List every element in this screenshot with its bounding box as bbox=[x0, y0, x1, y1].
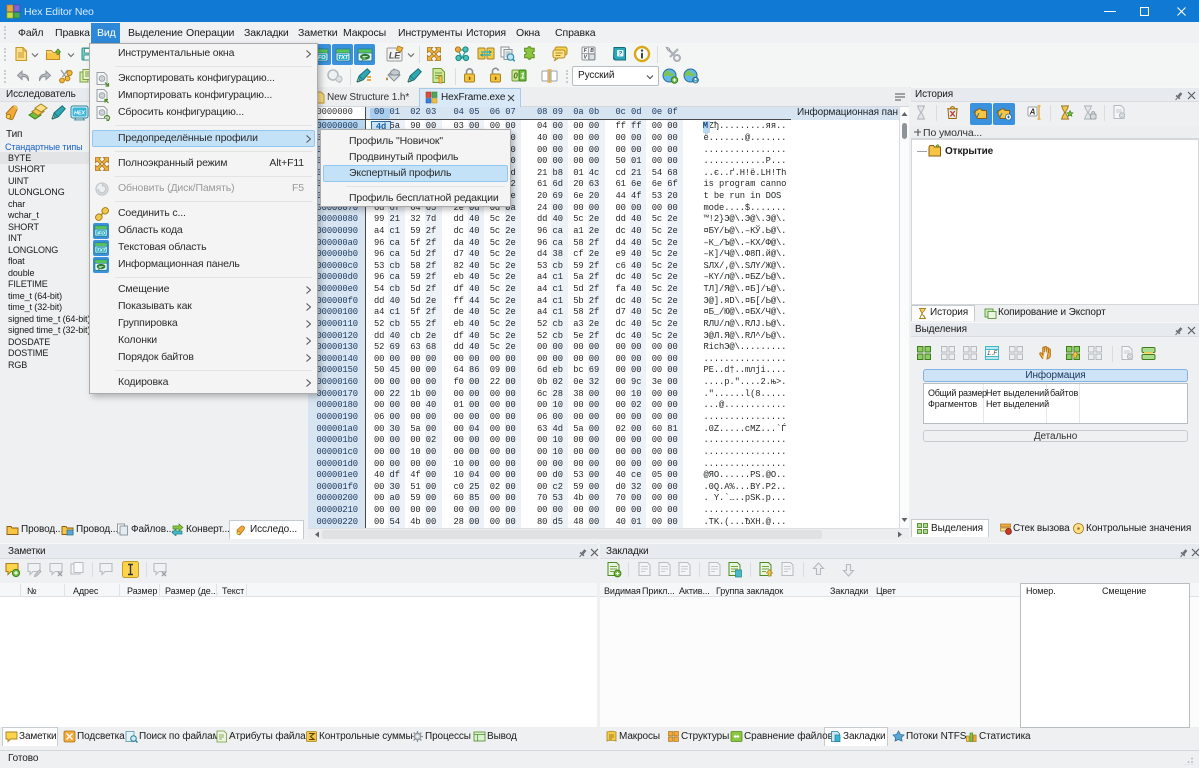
svg-text:LE: LE bbox=[389, 51, 401, 61]
svg-text:B: B bbox=[590, 48, 594, 54]
svg-text:A: A bbox=[1029, 108, 1036, 117]
svg-text:1..F: 1..F bbox=[987, 351, 997, 357]
svg-text:TXT: TXT bbox=[337, 55, 348, 61]
svg-text:0: 0 bbox=[513, 72, 518, 81]
svg-text:1: 1 bbox=[520, 72, 525, 81]
svg-text:TXT: TXT bbox=[97, 247, 107, 253]
svg-text:?: ? bbox=[618, 51, 622, 58]
svg-text:IFO: IFO bbox=[97, 230, 105, 236]
